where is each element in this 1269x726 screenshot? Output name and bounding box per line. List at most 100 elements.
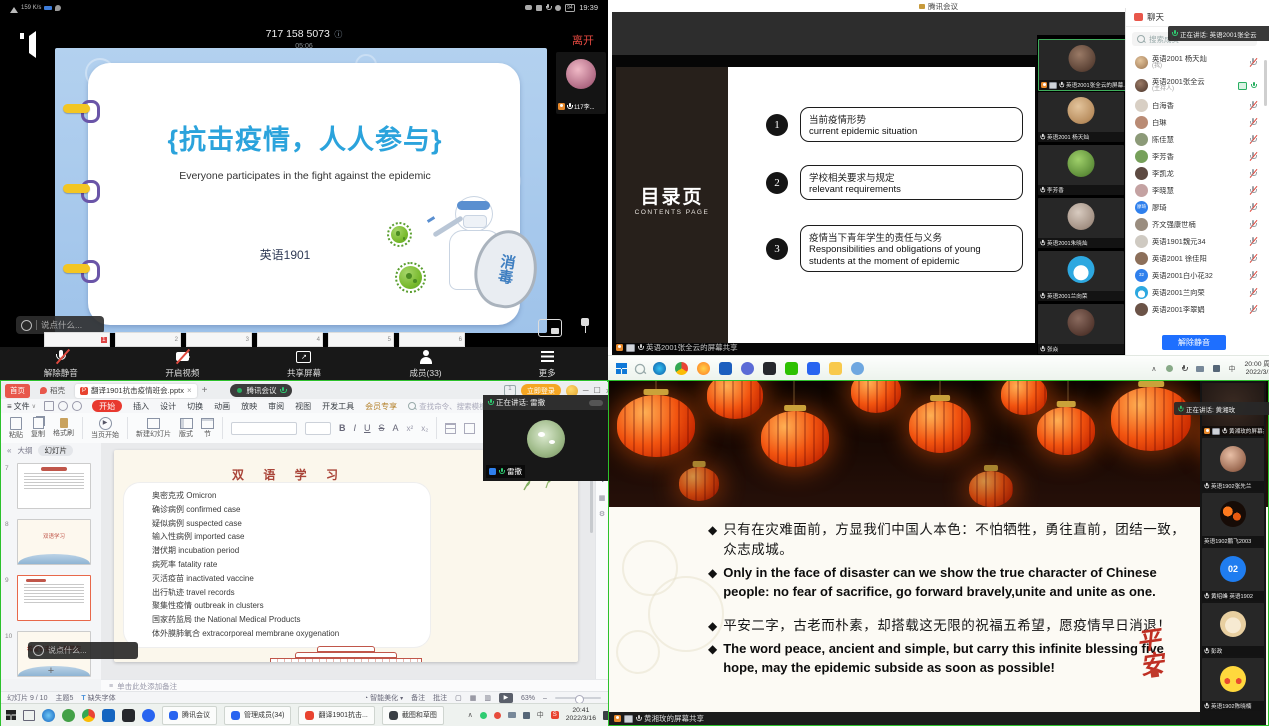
view-reading-icon[interactable]: ▥ — [484, 694, 491, 702]
layout-button[interactable]: 版式 — [179, 418, 193, 439]
member-row[interactable]: 李晓慧 — [1126, 182, 1263, 199]
tab-docer[interactable]: 稻壳 — [50, 385, 65, 396]
start-video-button[interactable]: 开启视频 — [122, 349, 244, 379]
menu-file[interactable]: 文件 — [14, 401, 30, 412]
menu-transition[interactable]: 切换 — [187, 401, 203, 412]
member-row[interactable]: 32英语2001白小花32 — [1126, 267, 1263, 284]
member-row[interactable]: 英语2001 杨天灿(我) — [1126, 51, 1263, 74]
tray-volume-icon[interactable] — [1213, 365, 1220, 372]
info-icon[interactable]: ⓘ — [334, 30, 342, 39]
menu-slideshow[interactable]: 放映 — [241, 401, 257, 412]
video-tile[interactable]: 英语1902张先兰 — [1202, 438, 1264, 491]
video-tile[interactable]: 英语2001 杨天灿 — [1038, 92, 1124, 142]
filmstrip-thumb[interactable]: 4 — [257, 332, 323, 347]
firefox-icon[interactable] — [697, 362, 710, 375]
tray-icon-green[interactable] — [480, 712, 487, 719]
speaker-icon[interactable] — [24, 36, 36, 54]
save-icon[interactable] — [44, 401, 54, 411]
taskbar-window-meeting[interactable]: 腾讯会议 — [162, 706, 217, 725]
mic-muted-icon[interactable] — [1250, 58, 1256, 67]
menu-insert[interactable]: 插入 — [133, 401, 149, 412]
taskbar-window-members[interactable]: 管理成员(34) — [224, 706, 291, 725]
italic-button[interactable]: I — [354, 423, 357, 433]
menu-review[interactable]: 审阅 — [268, 401, 284, 412]
subscript-button[interactable]: x₂ — [421, 424, 428, 433]
collapse-panel-icon[interactable]: « — [7, 446, 11, 455]
unmute-button[interactable]: 解除静音 — [0, 349, 122, 379]
tab-home[interactable]: 首页 — [5, 384, 30, 398]
hamburger-icon[interactable]: ≡ — [7, 402, 12, 411]
mic-muted-icon[interactable] — [1250, 135, 1256, 144]
format-painter-button[interactable]: 格式刷 — [53, 418, 74, 438]
filmstrip-thumb[interactable]: 6 — [399, 332, 465, 347]
meeting-float-pill[interactable]: 腾讯会议 — [230, 384, 292, 397]
mic-muted-icon[interactable] — [1250, 305, 1256, 314]
unmute-all-button[interactable]: 解除静音 — [1162, 335, 1226, 350]
view-normal-icon[interactable]: ▢ — [455, 694, 462, 702]
paste-button[interactable]: 粘贴 — [9, 417, 23, 440]
chrome-icon[interactable] — [675, 362, 688, 375]
font-color-button[interactable]: A — [393, 423, 399, 433]
tray-icon[interactable] — [1166, 365, 1173, 372]
wechat-icon[interactable] — [785, 362, 798, 375]
theme-name[interactable]: 主题5 — [55, 693, 73, 703]
close-tab-icon[interactable]: × — [187, 386, 192, 395]
mic-muted-icon[interactable] — [1250, 220, 1256, 229]
maximize-button[interactable]: ☐ — [594, 386, 601, 395]
member-row[interactable]: 李芳香 — [1126, 148, 1263, 165]
chat-input-bubble[interactable]: 说点什么... — [28, 642, 138, 659]
tray-expand-icon[interactable]: ∧ — [468, 711, 473, 719]
member-row[interactable]: 英语2001李翠娟 — [1126, 301, 1263, 318]
feishu-icon[interactable] — [142, 709, 155, 722]
menu-animation[interactable]: 动画 — [214, 401, 230, 412]
canvas-scrollbar[interactable] — [590, 473, 593, 533]
ie-icon[interactable] — [62, 709, 75, 722]
more-button[interactable]: 更多 — [486, 349, 608, 379]
member-row[interactable]: 白海香 — [1126, 97, 1263, 114]
video-tile[interactable]: 李芳香 — [1038, 145, 1124, 195]
beautify-button[interactable]: ◔智能美化▾ — [364, 693, 403, 703]
mic-muted-icon[interactable] — [1250, 101, 1256, 110]
members-button[interactable]: 成员(33) — [365, 349, 487, 379]
underline-button[interactable]: U — [364, 423, 371, 433]
redo-icon[interactable] — [72, 401, 82, 411]
section-button[interactable]: 节 — [201, 418, 214, 439]
strike-button[interactable]: S — [379, 423, 385, 433]
mic-muted-icon[interactable] — [1250, 186, 1256, 195]
taskbar-search-icon[interactable] — [635, 363, 645, 373]
notes-button[interactable]: 备注 — [411, 693, 425, 703]
missing-font-warning[interactable]: T缺失字体 — [81, 693, 115, 703]
play-from-page-button[interactable]: ▶当页开始 — [91, 417, 119, 440]
browser-icon[interactable] — [42, 709, 55, 722]
new-tab-button[interactable]: + — [202, 385, 208, 396]
filmstrip-thumb[interactable]: 2 — [115, 332, 181, 347]
emoji-icon[interactable] — [21, 320, 32, 331]
share-screen-button[interactable]: ↗ 共享屏幕 — [243, 349, 365, 379]
tray-display-icon[interactable] — [1196, 366, 1204, 372]
tencent-docs-icon[interactable] — [102, 709, 115, 722]
ime-indicator[interactable]: 中 — [1229, 364, 1236, 374]
chrome-icon[interactable] — [82, 709, 95, 722]
table-icon[interactable]: ▦ — [596, 491, 608, 507]
member-row[interactable]: 廖琦廖琦 — [1126, 199, 1263, 216]
align-center-icon[interactable] — [464, 423, 475, 434]
tray-volume-icon[interactable] — [523, 712, 530, 719]
browser-icon[interactable] — [741, 362, 754, 375]
slide-thumbnail-7[interactable] — [17, 463, 91, 509]
video-tile[interactable]: 英语1902鹏飞2003 — [1202, 493, 1264, 546]
video-tile[interactable]: 张焱 — [1038, 304, 1124, 354]
sogou-icon[interactable]: S — [551, 711, 559, 719]
taskbar-clock[interactable]: 20:00 周三 2022/3/16 — [1245, 361, 1269, 377]
video-tile-sharer[interactable]: 英语2001张全云的屏幕... — [1038, 39, 1126, 91]
minimize-button[interactable]: ─ — [583, 386, 589, 395]
filmstrip-thumb[interactable]: 1 — [44, 332, 110, 347]
video-tile[interactable]: 英语2001兰向荣 — [1038, 251, 1124, 301]
meeting-app-icon[interactable] — [807, 362, 820, 375]
speaker-video-tile[interactable]: 雷撒 — [483, 410, 608, 481]
zoom-level[interactable]: 63% — [521, 695, 535, 702]
tray-icon-red[interactable] — [494, 712, 501, 719]
filmstrip-thumb[interactable]: 3 — [186, 332, 252, 347]
view-grid-icon[interactable]: ▦ — [470, 694, 477, 702]
mic-muted-icon[interactable] — [1250, 203, 1256, 212]
member-row[interactable]: 英语2001兰向荣 — [1126, 284, 1263, 301]
